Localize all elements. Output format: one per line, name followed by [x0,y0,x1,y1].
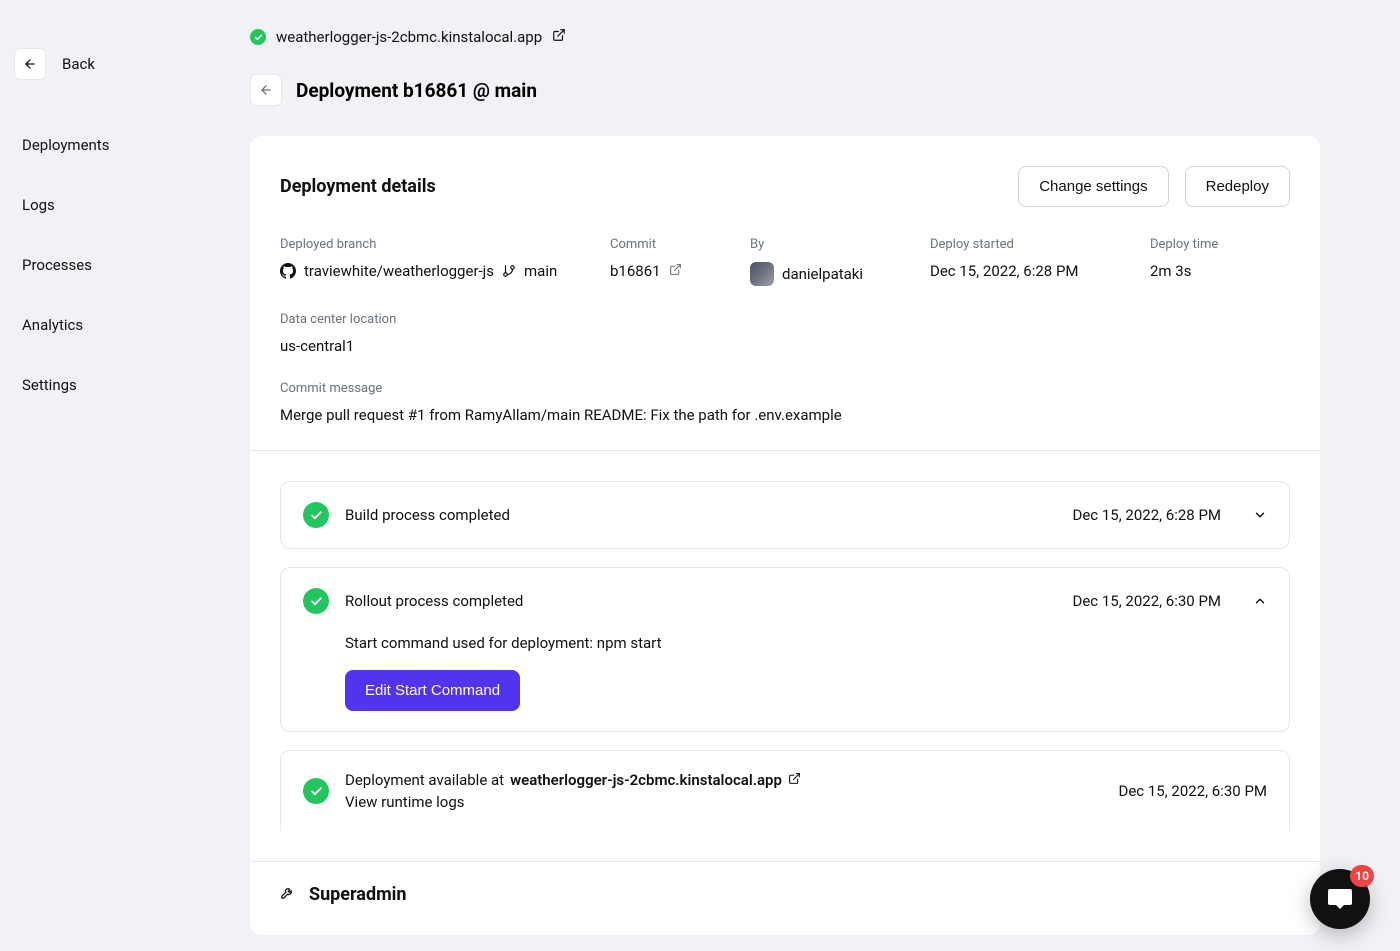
step-timestamp: Dec 15, 2022, 6:30 PM [1119,782,1268,800]
step-timestamp: Dec 15, 2022, 6:30 PM [1073,592,1222,610]
deployment-available-prefix: Deployment available at [345,771,504,789]
step-title: Build process completed [345,506,1057,524]
nav-label: Logs [22,196,55,214]
data-center-label: Data center location [280,312,1290,327]
chevron-down-icon[interactable] [1253,508,1267,522]
main-content: weatherlogger-js-2cbmc.kinstalocal.app D… [214,0,1400,935]
chat-icon [1326,885,1354,913]
deployment-details-card: Deployment details Change settings Redep… [250,136,1320,935]
nav-label: Analytics [22,316,83,334]
status-indicator-icon [250,29,266,45]
nav-label: Settings [22,376,77,394]
back-label: Back [62,55,95,73]
external-link-icon[interactable] [552,28,566,46]
start-command-text: Start command used for deployment: npm s… [345,634,1267,652]
deployment-url[interactable]: weatherlogger-js-2cbmc.kinstalocal.app [510,771,782,789]
deploy-started-label: Deploy started [930,237,1140,252]
nav-label: Processes [22,256,92,274]
step-title: Rollout process completed [345,592,1057,610]
app-url-link[interactable]: weatherlogger-js-2cbmc.kinstalocal.app [276,28,542,46]
divider [250,450,1320,451]
git-branch-icon [502,264,516,278]
external-link-icon[interactable] [788,771,801,789]
chevron-up-icon[interactable] [1253,594,1267,608]
wrench-icon [280,885,295,904]
view-runtime-logs-link[interactable]: View runtime logs [345,793,1103,811]
back-button[interactable] [14,48,46,80]
deployment-back-button[interactable] [250,74,282,106]
change-settings-button[interactable]: Change settings [1018,166,1168,207]
step-timestamp: Dec 15, 2022, 6:28 PM [1073,506,1222,524]
branch-name: main [524,262,557,280]
edit-start-command-button[interactable]: Edit Start Command [345,670,520,711]
sidebar-item-settings[interactable]: Settings [14,364,200,406]
rollout-step-card[interactable]: Rollout process completed Dec 15, 2022, … [280,567,1290,732]
deploy-time-value: 2m 3s [1150,262,1191,280]
sidebar-item-analytics[interactable]: Analytics [14,304,200,346]
app-url-row: weatherlogger-js-2cbmc.kinstalocal.app [250,28,1320,46]
check-circle-icon [303,588,329,614]
chat-widget-button[interactable]: 10 [1310,869,1370,929]
github-icon [280,263,296,279]
chat-badge: 10 [1350,865,1374,887]
redeploy-button[interactable]: Redeploy [1185,166,1290,207]
commit-message-label: Commit message [280,381,1290,396]
card-title: Deployment details [280,176,436,197]
commit-message-value: Merge pull request #1 from RamyAllam/mai… [280,406,842,424]
arrow-left-icon [259,83,273,97]
sidebar: Back Deployments Logs Processes Analytic… [0,0,214,935]
nav-label: Deployments [22,136,109,154]
repo-name[interactable]: traviewhite/weatherlogger-js [304,262,494,280]
commit-label: Commit [610,237,740,252]
build-step-card[interactable]: Build process completed Dec 15, 2022, 6:… [280,481,1290,549]
sidebar-item-deployments[interactable]: Deployments [14,124,200,166]
available-step-card[interactable]: Deployment available at weatherlogger-js… [280,750,1290,831]
sidebar-item-processes[interactable]: Processes [14,244,200,286]
deploy-time-label: Deploy time [1150,237,1290,252]
check-circle-icon [303,778,329,804]
data-center-value: us-central1 [280,337,354,355]
deployed-branch-label: Deployed branch [280,237,600,252]
sidebar-item-logs[interactable]: Logs [14,184,200,226]
commit-hash[interactable]: b16861 [610,262,661,280]
deploy-started-value: Dec 15, 2022, 6:28 PM [930,262,1079,280]
author-name: danielpataki [782,265,863,283]
page-title: Deployment b16861 @ main [296,79,537,102]
avatar [750,262,774,286]
check-circle-icon [303,502,329,528]
by-label: By [750,237,920,252]
external-link-icon[interactable] [669,262,682,280]
arrow-left-icon [23,57,37,71]
superadmin-title: Superadmin [309,884,407,905]
